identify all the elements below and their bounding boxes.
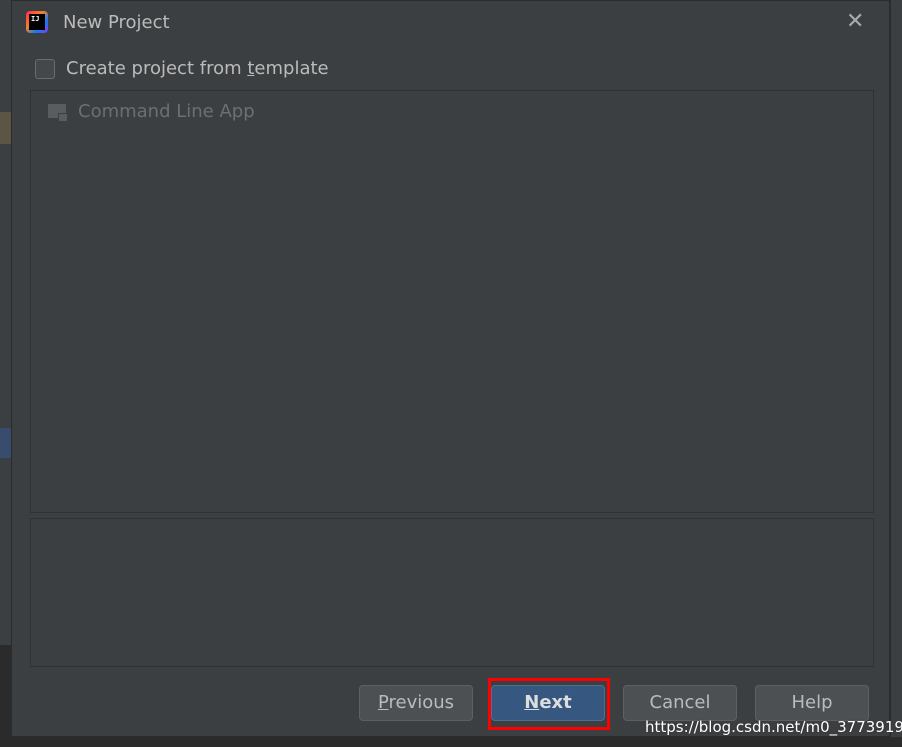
- ide-code-area: [0, 645, 11, 740]
- title-bar: IJ New Project ✕: [12, 1, 889, 45]
- template-description-panel: [30, 518, 874, 667]
- checkbox-box[interactable]: [35, 58, 55, 79]
- previous-button[interactable]: Previous: [359, 685, 473, 721]
- ide-bottom: [0, 737, 902, 747]
- dialog-title: New Project: [63, 12, 170, 33]
- close-icon[interactable]: ✕: [846, 9, 864, 34]
- watermark: https://blog.csdn.net/m0_37739193: [645, 718, 902, 736]
- list-item[interactable]: Command Line App: [48, 101, 255, 122]
- help-button[interactable]: Help: [755, 685, 869, 721]
- create-from-template-checkbox[interactable]: Create project from template: [35, 58, 329, 79]
- ide-right-panel: [890, 0, 902, 747]
- checkbox-label[interactable]: Create project from template: [66, 58, 329, 79]
- folder-icon: [48, 102, 70, 122]
- new-project-dialog: IJ New Project ✕ Create project from tem…: [11, 0, 890, 737]
- cancel-button[interactable]: Cancel: [623, 685, 737, 721]
- next-highlight-box: [488, 678, 610, 730]
- template-list[interactable]: Command Line App: [30, 90, 874, 513]
- ide-highlight: [0, 112, 11, 144]
- ide-selection: [0, 428, 11, 458]
- intellij-logo-icon: IJ: [26, 11, 48, 33]
